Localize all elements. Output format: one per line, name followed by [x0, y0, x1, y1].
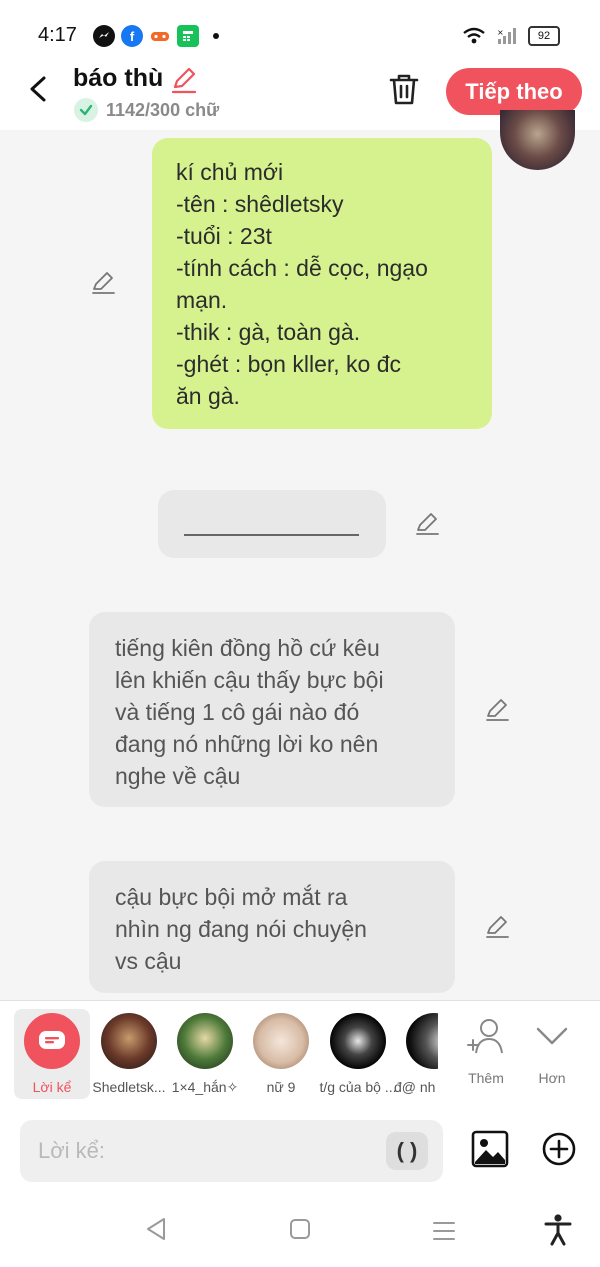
word-count: 1142/300 chữ — [106, 99, 220, 120]
square-home-icon — [290, 1219, 310, 1239]
divider-line — [184, 534, 359, 536]
avatar — [177, 1013, 233, 1069]
message-line: nghe về cậu — [115, 763, 241, 789]
character-name: đ@ nh — [394, 1079, 436, 1095]
message-line: tiếng kiên đồng hồ cứ kêu — [115, 635, 380, 661]
scene-divider-bubble[interactable] — [158, 490, 386, 558]
battery-icon: 92 — [528, 26, 560, 46]
system-nav-bar — [0, 1194, 600, 1267]
message-line: -ghét : bọn kller, ko đc — [176, 351, 402, 377]
message-line: đang nó những lời ko nên — [115, 731, 379, 757]
system-indicators: × 92 — [462, 26, 560, 46]
character-name: nữ 9 — [266, 1079, 296, 1095]
status-bar: 4:17 f × 92 — [0, 0, 600, 62]
narration-input[interactable] — [36, 1134, 370, 1168]
menu-lines-icon — [433, 1222, 455, 1240]
message-line: nhìn ng đang nói chuyện — [115, 916, 367, 942]
character-option[interactable]: đ@ nh — [394, 1013, 438, 1095]
status-time: 4:17 — [38, 24, 77, 46]
delete-button[interactable] — [388, 72, 420, 111]
more-label: Hơn — [538, 1070, 566, 1086]
message-line: mạn. — [176, 287, 228, 313]
back-button[interactable] — [24, 74, 54, 104]
message-line: cậu bực bội mở mắt ra — [115, 884, 348, 910]
character-card-bubble[interactable]: kí chủ mới -tên : shêdletsky -tuổi : 23t… — [152, 138, 492, 429]
narration-bubble[interactable]: cậu bực bội mở mắt ra nhìn ng đang nói c… — [89, 861, 455, 993]
add-character-button[interactable]: Thêm — [456, 1017, 516, 1086]
narrator-option[interactable]: Lời kể — [14, 1009, 90, 1099]
facebook-icon: f — [121, 25, 143, 47]
character-option[interactable]: 1×4_hắn✧ — [165, 1013, 245, 1096]
character-option[interactable]: t/g của bộ ... — [318, 1013, 398, 1095]
character-name: Shedletsk... — [92, 1079, 166, 1095]
avatar — [253, 1013, 309, 1069]
message-line: và tiếng 1 cô gái nào đó — [115, 699, 360, 725]
messenger-icon — [93, 25, 115, 47]
nav-home-button[interactable] — [289, 1218, 311, 1245]
game-icon — [149, 25, 171, 47]
calculator-icon — [177, 25, 199, 47]
character-name: 1×4_hắn✧ — [171, 1079, 239, 1095]
more-button[interactable]: Hơn — [522, 1017, 582, 1086]
word-count-row: 1142/300 chữ — [74, 98, 219, 122]
edit-message-button[interactable] — [484, 697, 510, 728]
message-line: -tuổi : 23t — [176, 223, 272, 249]
message-line: ăn gà. — [176, 383, 240, 409]
story-title[interactable]: báo thù — [73, 64, 163, 93]
message-line: lên khiến cậu thấy bực bội — [115, 667, 384, 693]
plus-circle-icon — [542, 1132, 576, 1166]
edit-title-button[interactable] — [170, 66, 198, 99]
message-line: -tên : shêdletsky — [176, 191, 344, 217]
avatar — [330, 1013, 386, 1069]
message-line: -thik : gà, toàn gà. — [176, 319, 361, 345]
trash-icon — [389, 74, 419, 105]
chevron-down-icon — [536, 1027, 568, 1045]
pencil-icon — [171, 67, 197, 94]
edit-message-button[interactable] — [90, 270, 116, 301]
character-option[interactable]: Shedletsk... — [89, 1013, 169, 1095]
narrator-label: Lời kể — [32, 1079, 72, 1095]
avatar — [406, 1013, 438, 1069]
message-line: vs cậu — [115, 948, 182, 974]
notification-icons: f — [93, 25, 219, 47]
pencil-icon — [486, 699, 509, 721]
image-icon — [471, 1130, 509, 1168]
narration-icon — [24, 1013, 80, 1069]
character-avatar[interactable] — [500, 110, 575, 170]
pencil-icon — [416, 513, 439, 535]
compose-bar: ( ) — [0, 1108, 600, 1194]
triangle-back-icon — [147, 1218, 165, 1240]
avatar — [101, 1013, 157, 1069]
accessibility-button[interactable] — [544, 1214, 572, 1251]
parentheses-button[interactable]: ( ) — [386, 1132, 428, 1170]
accessibility-icon — [544, 1214, 572, 1246]
message-line: -tính cách : dễ cọc, ngạo — [176, 255, 428, 281]
compose-field-wrapper: ( ) — [20, 1120, 443, 1182]
add-character-label: Thêm — [468, 1070, 504, 1086]
more-notifications-dot — [213, 33, 219, 39]
nav-recents-button[interactable] — [432, 1220, 456, 1247]
character-name: t/g của bộ ... — [319, 1079, 397, 1095]
narration-bubble[interactable]: tiếng kiên đồng hồ cứ kêu lên khiến cậu … — [89, 612, 455, 807]
pencil-icon — [486, 916, 509, 938]
message-line: kí chủ mới — [176, 159, 284, 185]
next-button[interactable]: Tiếp theo — [446, 68, 582, 115]
chevron-left-icon — [30, 76, 46, 102]
edit-message-button[interactable] — [484, 914, 510, 945]
insert-image-button[interactable] — [471, 1130, 509, 1173]
add-person-icon — [467, 1019, 503, 1054]
nav-back-button[interactable] — [144, 1216, 168, 1247]
check-icon — [74, 98, 98, 122]
add-button[interactable] — [541, 1131, 577, 1172]
wifi-icon — [463, 27, 485, 44]
svg-text:×: × — [497, 28, 504, 37]
signal-icon: × — [497, 28, 516, 44]
edit-message-button[interactable] — [414, 511, 440, 542]
character-selector: Lời kể Shedletsk... 1×4_hắn✧ nữ 9 t/g củ… — [0, 1000, 600, 1109]
character-option[interactable]: nữ 9 — [241, 1013, 321, 1095]
pencil-icon — [92, 272, 115, 294]
